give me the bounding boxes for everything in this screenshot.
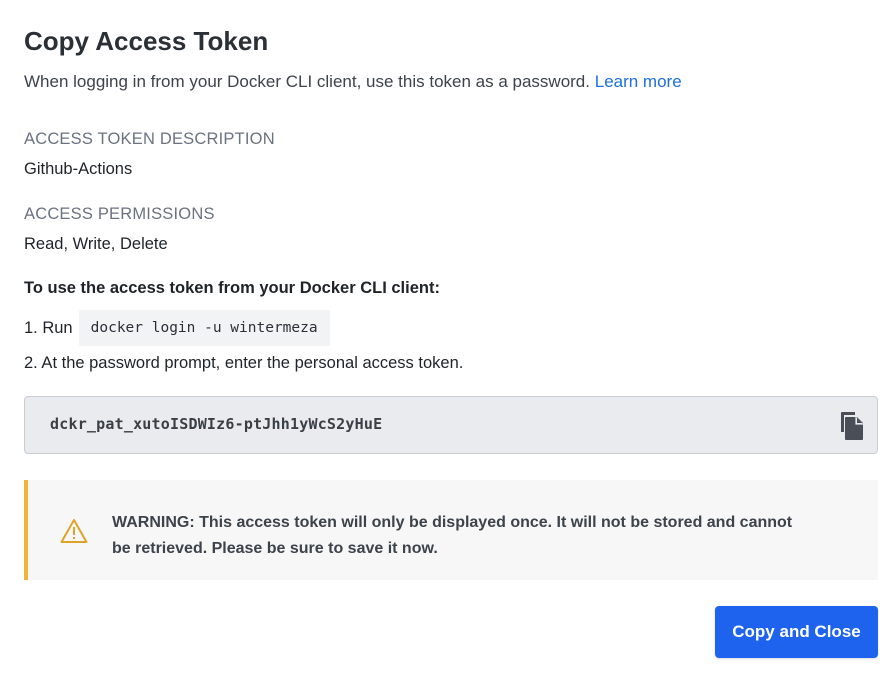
permissions-value: Read, Write, Delete <box>24 235 168 253</box>
copy-access-token-dialog: Copy Access Token When logging in from y… <box>0 0 886 676</box>
docker-login-command: docker login -u wintermeza <box>78 310 330 346</box>
warning-text: WARNING: This access token will only be … <box>112 514 793 557</box>
description-label: ACCESS TOKEN DESCRIPTION <box>24 130 275 148</box>
copy-and-close-button[interactable]: Copy and Close <box>715 606 878 658</box>
dialog-subtitle: When logging in from your Docker CLI cli… <box>24 70 682 94</box>
step1-prefix: 1. Run <box>24 318 73 337</box>
token-value[interactable]: dckr_pat_xutoISDWIz6-ptJhh1yWcS2yHuE <box>50 415 382 433</box>
warning-banner: WARNING: This access token will only be … <box>24 480 878 580</box>
learn-more-link[interactable]: Learn more <box>595 72 682 91</box>
instruction-step-2: 2. At the password prompt, enter the per… <box>24 354 464 372</box>
permissions-label: ACCESS PERMISSIONS <box>24 205 215 223</box>
copy-icon[interactable] <box>837 411 865 441</box>
instructions-heading: To use the access token from your Docker… <box>24 279 440 297</box>
dialog-title: Copy Access Token <box>24 26 269 56</box>
token-field[interactable]: dckr_pat_xutoISDWIz6-ptJhh1yWcS2yHuE <box>24 396 878 454</box>
warning-triangle-icon <box>60 518 88 544</box>
description-value: Github-Actions <box>24 160 133 178</box>
subtitle-text: When logging in from your Docker CLI cli… <box>24 72 590 91</box>
instruction-step-1: 1. Run docker login -u wintermeza <box>24 310 330 346</box>
